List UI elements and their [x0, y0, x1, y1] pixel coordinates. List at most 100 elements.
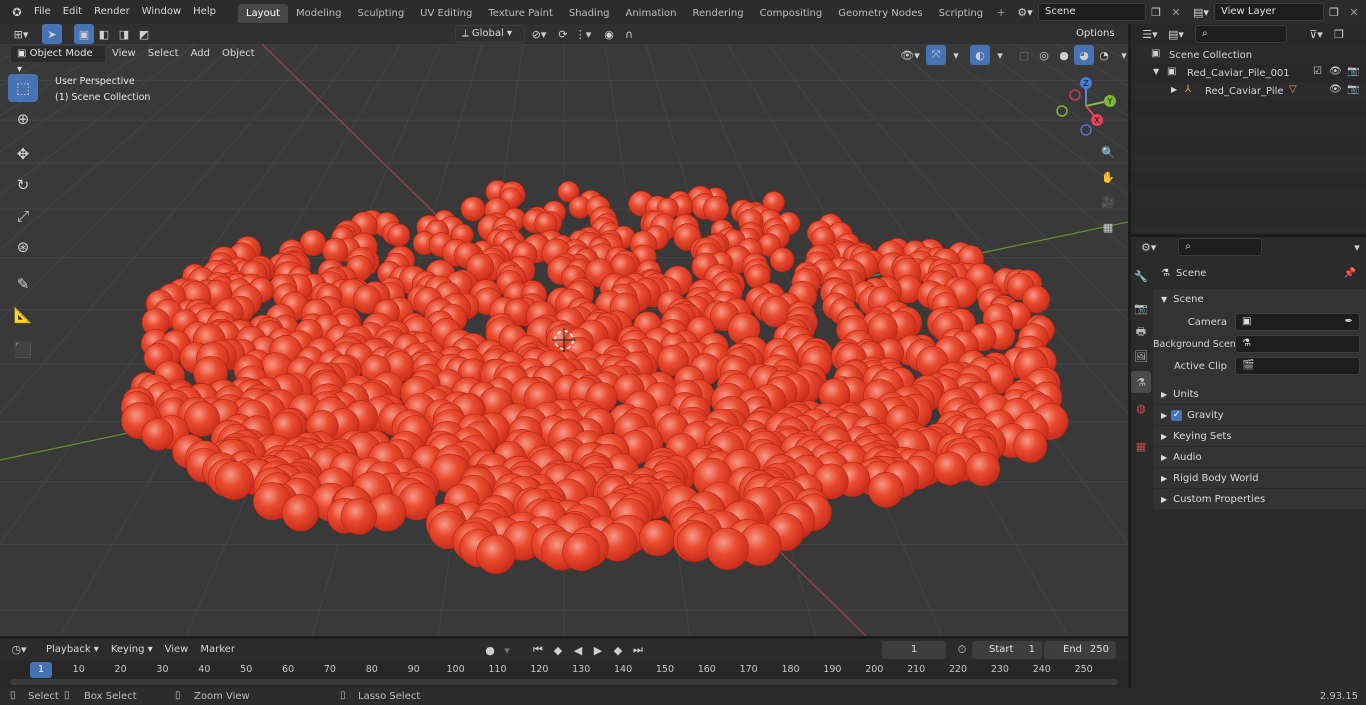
- properties-options-icon[interactable]: ▾: [1348, 237, 1366, 257]
- gizmo-neg-y-icon[interactable]: [1056, 105, 1068, 117]
- gizmo-neg-z-icon[interactable]: [1080, 124, 1092, 136]
- rotate-tool-icon[interactable]: ↻: [8, 171, 38, 199]
- gravity-checkbox[interactable]: ✓: [1171, 409, 1183, 421]
- tab-modeling[interactable]: Modeling: [288, 4, 350, 23]
- object-camera-icon[interactable]: 📷: [1347, 84, 1359, 95]
- viewport-menu-add[interactable]: Add: [185, 42, 216, 66]
- 3d-viewport[interactable]: User Perspective (1) Scene Collection Z …: [0, 44, 1128, 636]
- xray-icon[interactable]: ▢: [1014, 45, 1034, 65]
- delete-scene-icon[interactable]: ✕: [1166, 2, 1186, 22]
- viewport-menu-object[interactable]: Object: [216, 42, 261, 66]
- tab-sculpting[interactable]: Sculpting: [349, 4, 412, 23]
- filter-icon[interactable]: ⊽▾: [1303, 24, 1329, 44]
- transform-orientation-dropdown[interactable]: ⟂ Global ▾: [455, 25, 525, 43]
- select-subtract-icon[interactable]: ◨: [114, 24, 134, 44]
- outliner-row-object[interactable]: ▶ ⅄ Red_Caviar_Pile ▽ 👁 📷: [1131, 82, 1366, 100]
- camera-view-icon[interactable]: 🎥: [1098, 192, 1118, 212]
- start-frame-field[interactable]: Start 1: [972, 641, 1042, 659]
- object-eye-icon[interactable]: 👁: [1329, 84, 1342, 95]
- tab-compositing[interactable]: Compositing: [752, 4, 831, 23]
- tab-rendering[interactable]: Rendering: [684, 4, 751, 23]
- eyedropper-icon[interactable]: ✒: [1345, 314, 1353, 330]
- gizmo-toggle-icon[interactable]: ⤧: [926, 45, 946, 65]
- tab-shading[interactable]: Shading: [561, 4, 618, 23]
- keying-sets-panel-header[interactable]: ▶ Keying Sets: [1153, 426, 1366, 446]
- audio-panel-header[interactable]: ▶ Audio: [1153, 447, 1366, 467]
- options-button[interactable]: Options ▾: [1070, 25, 1128, 57]
- scene-tab-icon[interactable]: ⚗: [1131, 371, 1151, 393]
- new-collection-icon[interactable]: ❐: [1329, 24, 1349, 44]
- rigid-body-panel-header[interactable]: ▶ Rigid Body World: [1153, 468, 1366, 488]
- properties-editor-icon[interactable]: ⚙▾: [1137, 237, 1160, 257]
- menu-render[interactable]: Render: [88, 0, 136, 24]
- pan-view-icon[interactable]: ✋: [1098, 167, 1118, 187]
- falloff-icon[interactable]: ∩: [619, 24, 639, 44]
- playback-menu[interactable]: Playback ▾: [40, 640, 105, 659]
- menu-help[interactable]: Help: [187, 0, 222, 24]
- scene-icon[interactable]: ⚙▾: [1012, 2, 1038, 22]
- timeline-editor-icon[interactable]: ◷▾: [6, 640, 32, 660]
- select-box-tool-icon[interactable]: ⬚: [8, 74, 38, 102]
- expand-collection-icon[interactable]: ▼: [1153, 67, 1159, 76]
- scale-tool-icon[interactable]: ⤢: [8, 202, 38, 230]
- tab-animation[interactable]: Animation: [618, 4, 685, 23]
- render-tab-icon[interactable]: 📷: [1131, 297, 1151, 319]
- output-tab-icon[interactable]: 🖶: [1131, 321, 1151, 343]
- world-tab-icon[interactable]: ◍: [1131, 397, 1151, 419]
- pin-icon[interactable]: 📌: [1344, 268, 1356, 279]
- outliner-row-collection[interactable]: ▼ ▣ Red_Caviar_Pile_001 ☑ 👁 📷: [1131, 64, 1366, 82]
- expand-object-icon[interactable]: ▶: [1171, 85, 1177, 94]
- jump-start-icon[interactable]: ⏮: [528, 640, 548, 660]
- proportional-icon[interactable]: ◉: [599, 24, 619, 44]
- ortho-toggle-icon[interactable]: ▦: [1098, 217, 1118, 237]
- tool-tab-icon[interactable]: 🔧: [1131, 265, 1151, 287]
- blender-logo-icon[interactable]: ✪: [6, 2, 28, 22]
- editor-type-icon[interactable]: ⊞▾: [8, 24, 34, 44]
- navigation-gizmo[interactable]: Z Y X: [1052, 74, 1122, 144]
- mesh-data-icon[interactable]: ▽: [1289, 84, 1297, 95]
- units-panel-header[interactable]: ▶ Units: [1153, 384, 1366, 404]
- material-shading-icon[interactable]: ◕: [1074, 45, 1094, 65]
- background-scene-field[interactable]: ⚗: [1235, 335, 1360, 353]
- menu-window[interactable]: Window: [136, 0, 187, 24]
- select-extend-icon[interactable]: ◧: [94, 24, 114, 44]
- new-scene-icon[interactable]: ❐: [1146, 2, 1166, 22]
- annotate-tool-icon[interactable]: ✎: [8, 270, 38, 298]
- display-mode-icon[interactable]: ▤▾: [1163, 24, 1189, 44]
- scene-field[interactable]: Scene: [1038, 3, 1146, 21]
- zoom-view-icon[interactable]: 🔍: [1098, 142, 1118, 162]
- snap-target-icon[interactable]: ⋮▾: [573, 24, 593, 44]
- viewport-menu-select[interactable]: Select: [142, 42, 185, 66]
- menu-edit[interactable]: Edit: [57, 0, 88, 24]
- hide-eye-icon[interactable]: 👁: [1329, 66, 1342, 77]
- overlay-dropdown-icon[interactable]: ▾: [990, 45, 1010, 65]
- visibility-icon[interactable]: 👁▾: [900, 45, 920, 65]
- overlay-toggle-icon[interactable]: ◐: [970, 45, 990, 65]
- solid-shading-icon[interactable]: ●: [1054, 45, 1074, 65]
- menu-file[interactable]: File: [28, 0, 57, 24]
- move-tool-icon[interactable]: ✥: [8, 140, 38, 168]
- transform-tool-icon[interactable]: ⊛: [8, 233, 38, 261]
- caviar-pile-mesh[interactable]: [120, 180, 1069, 575]
- play-icon[interactable]: ▶: [588, 640, 608, 660]
- view-layer-tab-icon[interactable]: 🖼: [1131, 345, 1151, 367]
- keying-menu[interactable]: Keying ▾: [104, 640, 159, 659]
- tab-uv-editing[interactable]: UV Editing: [412, 4, 480, 23]
- rendered-shading-icon[interactable]: ◔: [1094, 45, 1114, 65]
- add-cube-tool-icon[interactable]: ⬛: [8, 336, 38, 364]
- select-new-icon[interactable]: ▣: [74, 24, 94, 44]
- active-clip-field[interactable]: 🎬: [1235, 357, 1360, 375]
- exclude-checkbox-icon[interactable]: ☑: [1313, 66, 1322, 77]
- select-tool-icon[interactable]: ➤: [42, 24, 62, 44]
- scene-panel-header[interactable]: ▼ Scene: [1153, 289, 1366, 309]
- custom-props-panel-header[interactable]: ▶ Custom Properties: [1153, 489, 1366, 509]
- outliner-editor-icon[interactable]: ☰▾: [1137, 24, 1163, 44]
- prev-keyframe-icon[interactable]: ◆: [548, 640, 568, 660]
- play-reverse-icon[interactable]: ◀: [568, 640, 588, 660]
- camera-field[interactable]: ▣ ✒: [1235, 313, 1360, 331]
- gizmo-dropdown-icon[interactable]: ▾: [946, 45, 966, 65]
- render-camera-icon[interactable]: 📷: [1347, 66, 1359, 77]
- measure-tool-icon[interactable]: 📐: [8, 301, 38, 329]
- delete-view-layer-icon[interactable]: ✕: [1344, 2, 1364, 22]
- gizmo-neg-x-icon[interactable]: [1069, 89, 1081, 101]
